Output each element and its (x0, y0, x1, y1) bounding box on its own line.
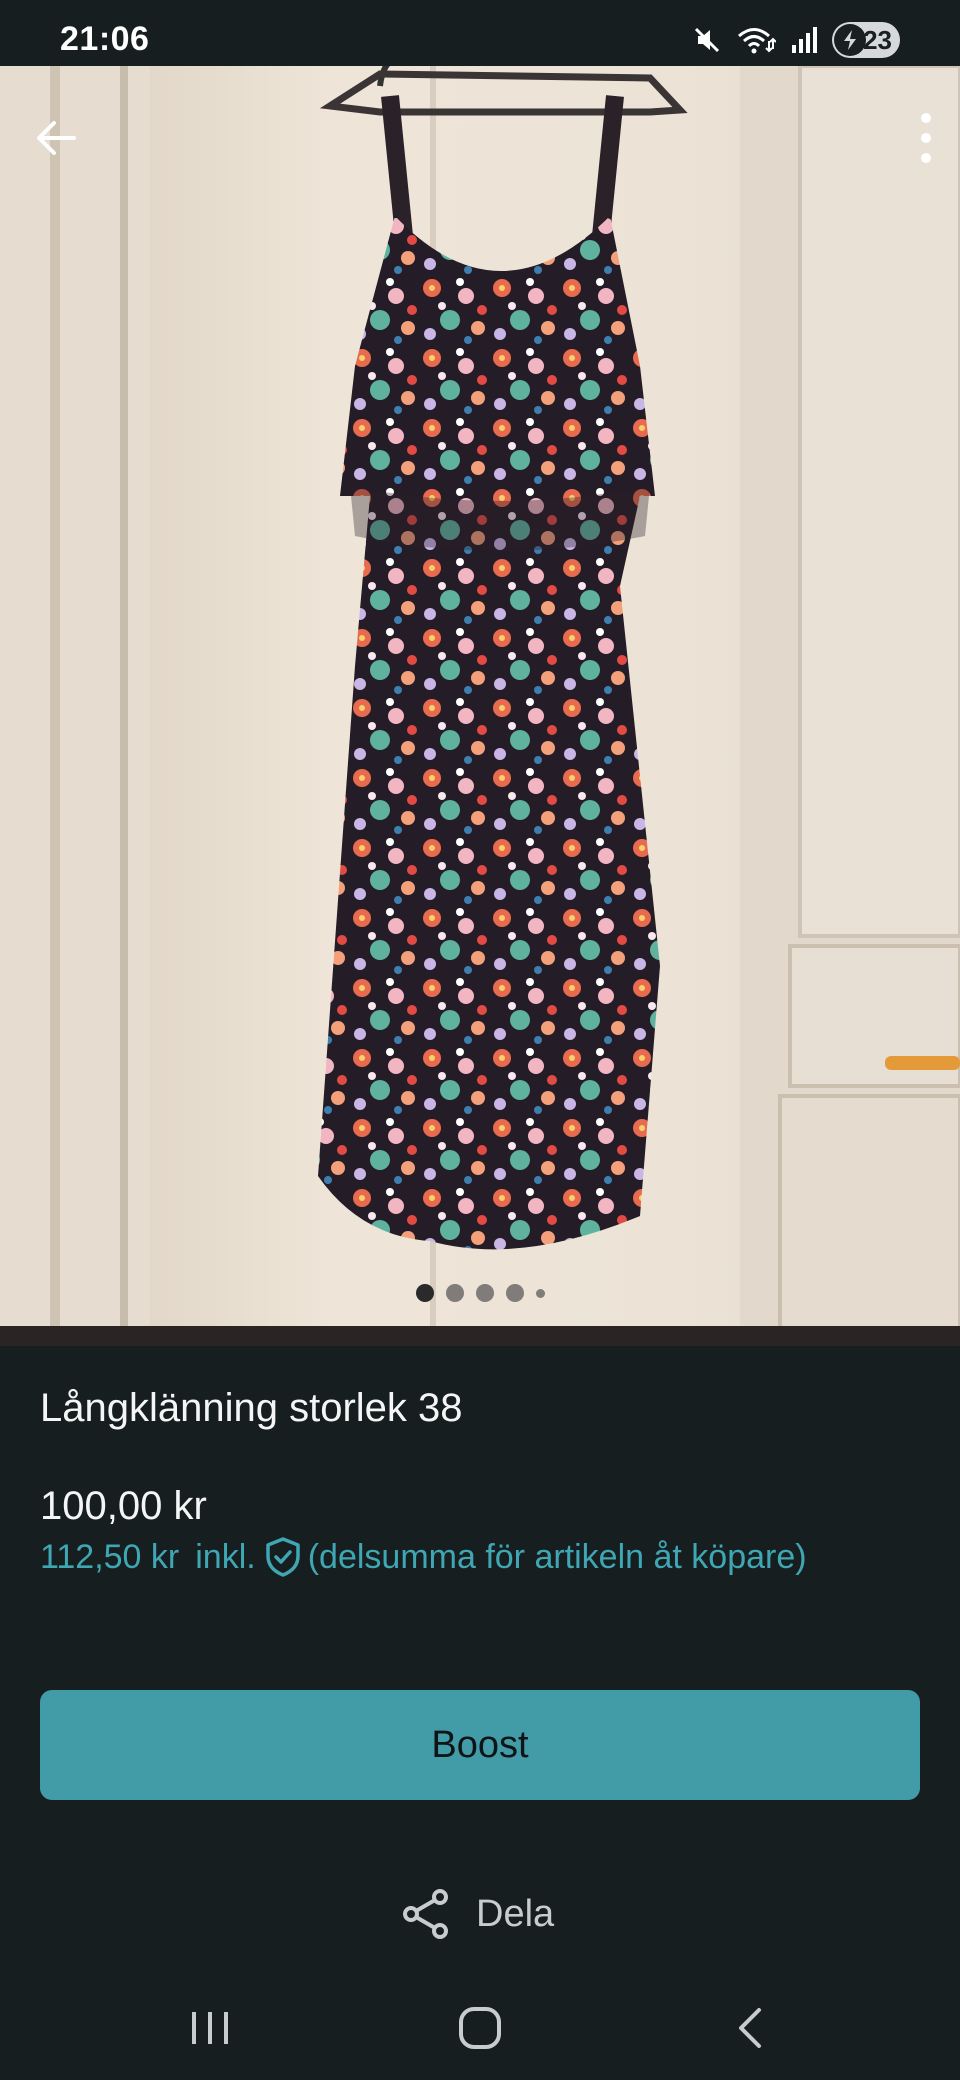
back-button[interactable] (22, 104, 90, 172)
photo-page-indicator (0, 1284, 960, 1302)
listing-photo[interactable] (0, 66, 960, 1346)
more-vert-icon (921, 113, 931, 163)
recent-apps-icon (192, 2012, 228, 2044)
system-nav-bar (0, 1968, 960, 2080)
status-bar: 21:06 23 (0, 0, 960, 66)
share-label: Dela (476, 1892, 555, 1935)
dress-photo-image (0, 66, 960, 1346)
mute-icon (694, 27, 720, 53)
boost-button[interactable]: Boost (40, 1690, 920, 1800)
home-button[interactable] (440, 1988, 520, 2068)
buyer-price-note: (delsumma för artikeln åt köpare) (307, 1537, 807, 1576)
back-icon (739, 2008, 761, 2048)
battery-level: 23 (863, 24, 892, 55)
buyer-price-incl-label: inkl. (195, 1537, 256, 1576)
signal-icon (792, 27, 817, 53)
share-button[interactable]: Dela (400, 1888, 554, 1940)
listing-price: 100,00 kr (40, 1484, 207, 1528)
share-icon (403, 1889, 448, 1939)
status-time: 21:06 (60, 20, 150, 58)
buyer-protection-shield-icon[interactable] (264, 1536, 302, 1578)
buyer-price-amount: 112,50 kr (40, 1537, 180, 1576)
page-dot[interactable] (445, 1284, 464, 1302)
home-icon (459, 2007, 501, 2049)
system-back-button[interactable] (710, 1988, 790, 2068)
page-dot[interactable] (415, 1284, 434, 1302)
page-dot[interactable] (475, 1284, 494, 1302)
back-arrow-icon (37, 121, 76, 155)
battery-icon: 23 (832, 22, 900, 58)
page-dot[interactable] (505, 1284, 524, 1302)
recent-apps-button[interactable] (170, 1988, 250, 2068)
listing-title: Långklänning storlek 38 (40, 1386, 463, 1430)
more-options-button[interactable] (906, 104, 946, 172)
status-icons: 23 (692, 22, 900, 58)
charging-bolt-icon (834, 24, 866, 56)
page-dot[interactable] (535, 1288, 545, 1298)
wifi-icon (738, 28, 776, 54)
buyer-price-line: 112,50 kr inkl. (delsumma för artikeln å… (40, 1536, 807, 1578)
